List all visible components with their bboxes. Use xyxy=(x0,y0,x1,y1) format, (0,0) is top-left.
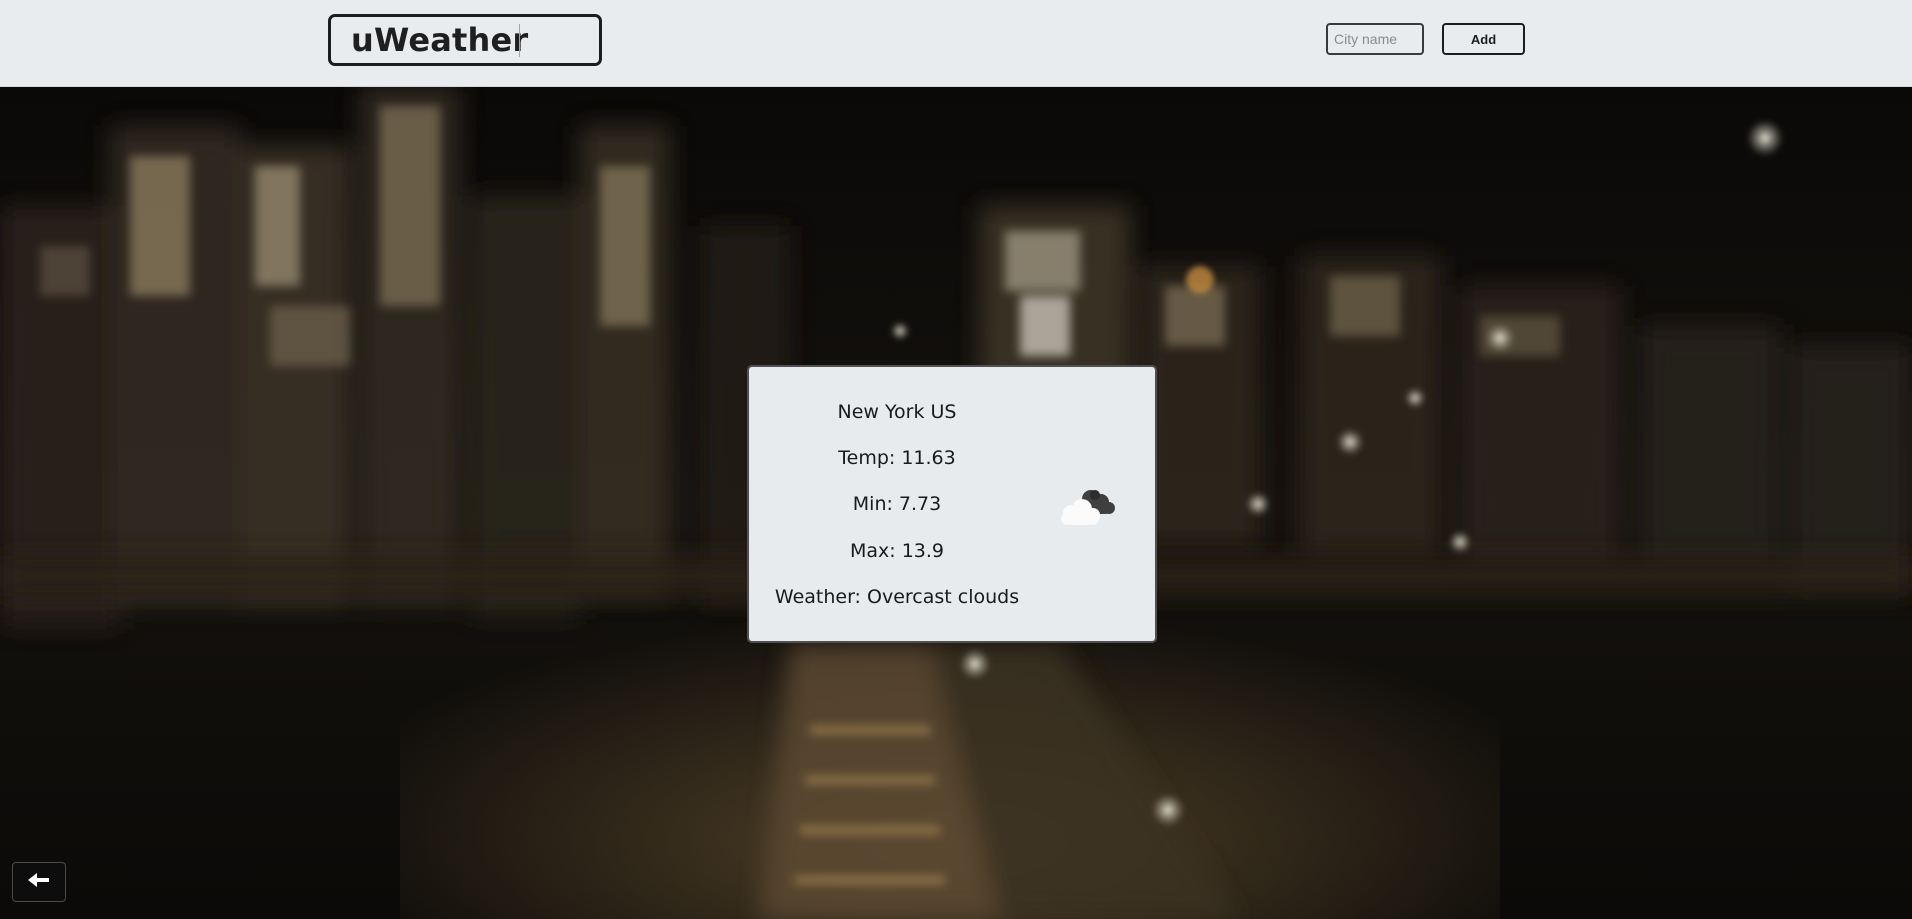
app-title: uWeather xyxy=(351,21,529,59)
back-button[interactable] xyxy=(12,862,66,902)
weather-description: Weather: Overcast clouds xyxy=(774,586,1020,608)
temperature-value: Temp: 11.63 xyxy=(838,447,956,469)
add-city-button[interactable]: Add xyxy=(1442,23,1525,55)
max-temperature-value: Max: 13.9 xyxy=(849,540,945,562)
city-label: New York US xyxy=(837,401,957,423)
min-temperature-value: Min: 7.73 xyxy=(852,493,942,515)
arrow-left-icon xyxy=(28,872,50,892)
top-header: uWeather Add xyxy=(0,0,1912,87)
city-name-input[interactable] xyxy=(1326,23,1424,55)
app-logo: uWeather xyxy=(328,14,602,66)
text-cursor xyxy=(519,24,520,57)
weather-card: New York US Temp: 11.63 Min: 7.73 Max: 1… xyxy=(747,365,1157,643)
overcast-clouds-icon xyxy=(1055,485,1117,529)
